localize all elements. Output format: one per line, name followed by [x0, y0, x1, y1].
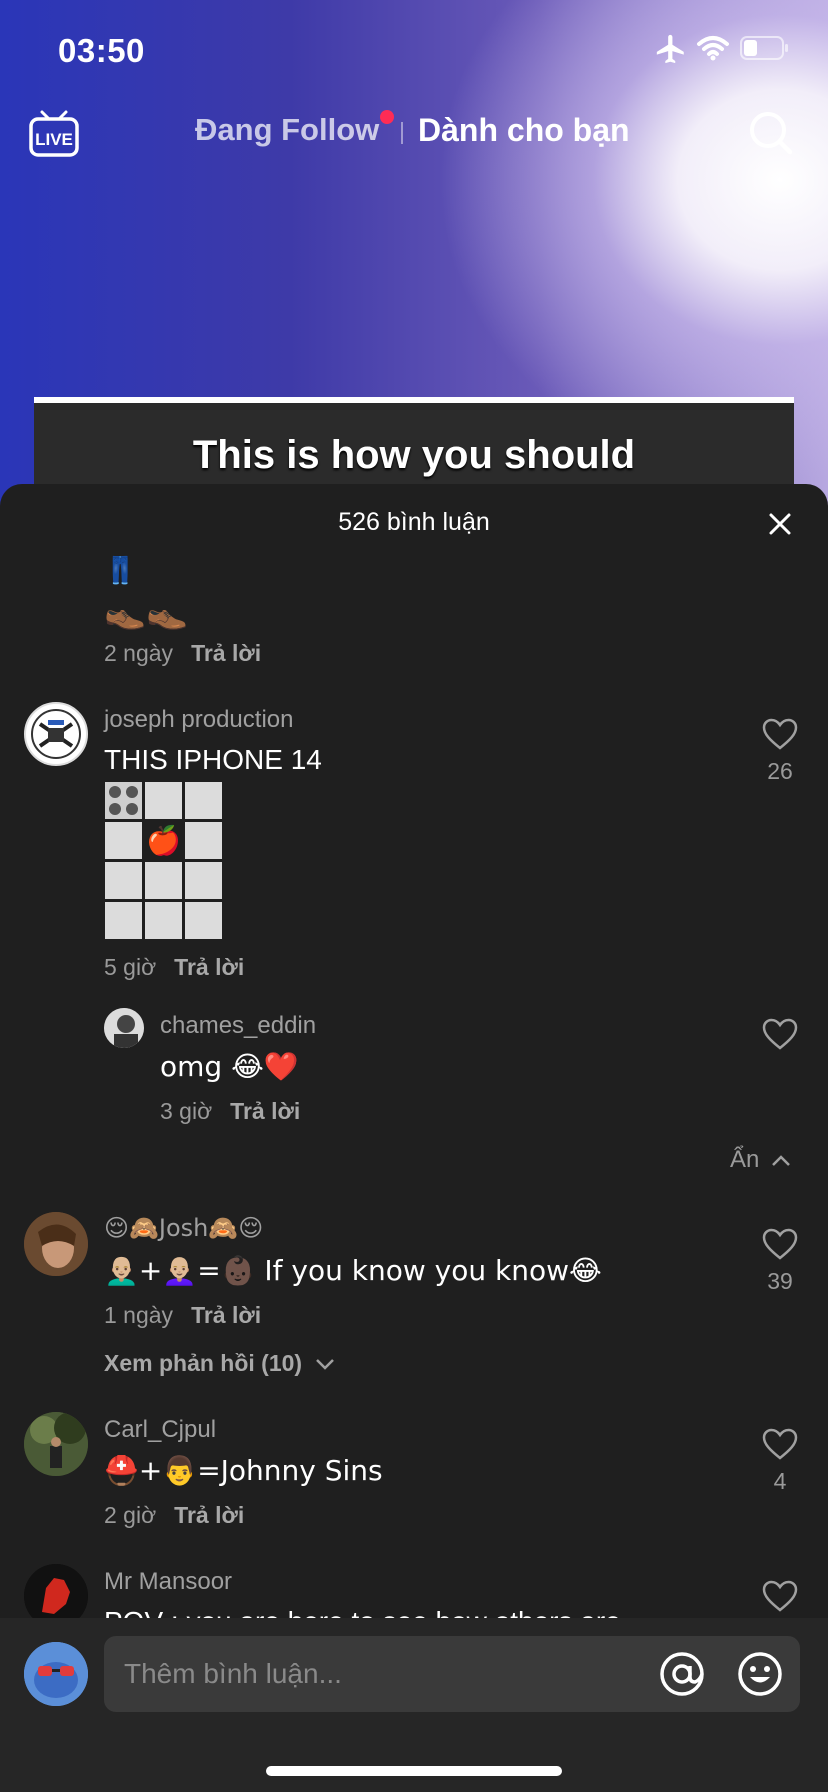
wifi-icon: [697, 36, 729, 61]
close-icon[interactable]: [766, 510, 794, 538]
tab-divider: [401, 122, 403, 144]
emoji-icon[interactable]: [736, 1650, 784, 1698]
airplane-icon: [656, 34, 684, 64]
grid-cell: [185, 822, 222, 859]
comment-username[interactable]: 😌🙈Josh🙈😌: [104, 1214, 263, 1242]
comment-username[interactable]: joseph production: [104, 706, 293, 734]
avatar[interactable]: [24, 1212, 88, 1276]
comment-placeholder: Thêm bình luận...: [124, 1658, 342, 1689]
grid-cell: [105, 902, 142, 939]
apple-emoji: 🍎: [146, 824, 181, 857]
comment-meta: 1 ngày Trả lời: [104, 1302, 261, 1329]
comment-username[interactable]: chames_eddin: [160, 1012, 316, 1040]
search-icon[interactable]: [748, 110, 794, 156]
chevron-down-icon: [316, 1359, 335, 1370]
comment-username[interactable]: Mr Mansoor: [104, 1568, 232, 1596]
grid-cell: [145, 782, 182, 819]
grid-cell: [145, 902, 182, 939]
avatar[interactable]: [24, 1412, 88, 1476]
hide-replies-button[interactable]: Ẩn: [730, 1146, 792, 1174]
heart-icon[interactable]: [762, 1428, 798, 1460]
comments-sheet: 526 bình luận 👖 👞👞 2 ngày Trả lời joseph …: [0, 484, 828, 1792]
like-count: 26: [767, 758, 793, 784]
view-replies-label: Xem phản hồi (10): [104, 1350, 303, 1376]
status-bar: 03:50: [0, 0, 828, 100]
comment-username[interactable]: Carl_Cjpul: [104, 1416, 216, 1444]
mention-icon[interactable]: [658, 1650, 706, 1698]
grid-cell: [185, 782, 222, 819]
grid-cell: [105, 862, 142, 899]
grid-cell: [185, 862, 222, 899]
clock: 03:50: [58, 32, 145, 69]
my-avatar[interactable]: [24, 1642, 88, 1706]
battery-icon: [740, 36, 788, 60]
reply-button[interactable]: Trả lời: [191, 640, 261, 666]
comment-text: omg 😂❤️: [160, 1050, 299, 1083]
grid-cell: [145, 862, 182, 899]
comment-time: 3 giờ: [160, 1098, 213, 1124]
like-count: 4: [773, 1468, 787, 1494]
comments-count-title: 526 bình luận: [338, 508, 490, 536]
logo-icon: [31, 709, 81, 759]
heart-icon[interactable]: [762, 718, 798, 750]
comment-text: 👖: [104, 556, 137, 586]
heart-icon[interactable]: [762, 1580, 798, 1612]
heart-icon[interactable]: [762, 1018, 798, 1050]
tab-for-you[interactable]: Dành cho bạn: [418, 112, 630, 149]
hide-label: Ẩn: [730, 1146, 760, 1173]
comment-meta: 2 ngày Trả lời: [104, 640, 261, 667]
grid-cell: [105, 822, 142, 859]
grid-cell: [185, 902, 222, 939]
comment-time: 5 giờ: [104, 954, 157, 980]
stove-emoji: [105, 782, 142, 819]
reply-button[interactable]: Trả lời: [230, 1098, 300, 1124]
comment-text: 👨🏼‍🦲+👩🏼‍🦲=👶🏿 If you know you know😂: [104, 1254, 602, 1287]
comment-text: 👞👞: [104, 592, 189, 632]
comment-time: 2 giờ: [104, 1502, 157, 1528]
comment-text: ⛑️+👨=Johnny Sins: [104, 1454, 383, 1487]
comment-meta: 3 giờ Trả lời: [160, 1098, 300, 1125]
comment-composer: Thêm bình luận...: [0, 1618, 828, 1792]
home-indicator[interactable]: [266, 1766, 562, 1776]
reply-button[interactable]: Trả lời: [191, 1302, 261, 1328]
reply-button[interactable]: Trả lời: [174, 954, 244, 980]
emoji-grid: 🍎: [105, 782, 225, 942]
avatar[interactable]: [104, 1008, 144, 1048]
heart-icon[interactable]: [762, 1228, 798, 1260]
notification-dot: [380, 110, 394, 124]
comment-meta: 2 giờ Trả lời: [104, 1502, 244, 1529]
chevron-up-icon: [772, 1155, 790, 1166]
reply-button[interactable]: Trả lời: [174, 1502, 244, 1528]
comment-input[interactable]: Thêm bình luận...: [104, 1636, 800, 1712]
comment-time: 2 ngày: [104, 640, 174, 666]
comment-text: THIS IPHONE 14: [104, 744, 322, 775]
tab-following[interactable]: Đang Follow: [195, 112, 379, 148]
comment-meta: 5 giờ Trả lời: [104, 954, 244, 981]
view-replies-button[interactable]: Xem phản hồi (10): [104, 1350, 336, 1377]
video-caption: This is how you should: [192, 433, 636, 477]
comment-time: 1 ngày: [104, 1302, 174, 1328]
like-count: 39: [767, 1268, 793, 1294]
feed-tabs: Đang Follow Dành cho bạn: [0, 110, 828, 158]
avatar[interactable]: [24, 702, 88, 766]
